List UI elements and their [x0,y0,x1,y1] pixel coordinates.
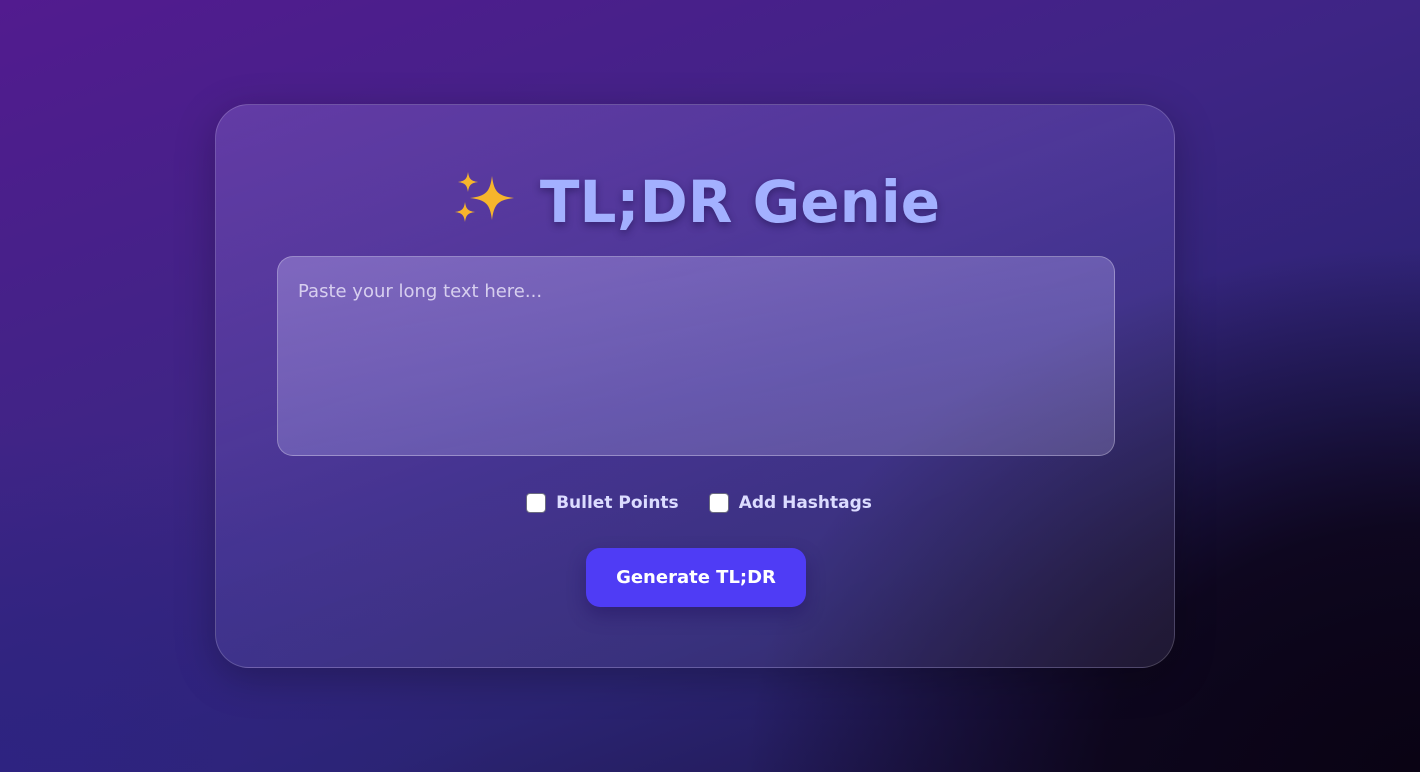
bullet-points-label: Bullet Points [556,493,679,513]
add-hashtags-option[interactable]: Add Hashtags [708,493,872,513]
generate-tldr-button[interactable]: Generate TL;DR [586,548,806,607]
options-row: Bullet Points Add Hashtags [216,493,1176,513]
page-title-text: TL;DR Genie [539,168,941,236]
sparkles-icon [452,170,518,230]
page-title: TL;DR Genie [216,167,1176,237]
add-hashtags-label: Add Hashtags [738,493,872,513]
add-hashtags-checkbox[interactable] [708,493,729,513]
bullet-points-option[interactable]: Bullet Points [526,493,679,513]
main-card: TL;DR Genie Bullet Points Add Hashtags G… [215,104,1175,668]
bullet-points-checkbox[interactable] [526,493,547,513]
long-text-input[interactable] [277,256,1115,456]
